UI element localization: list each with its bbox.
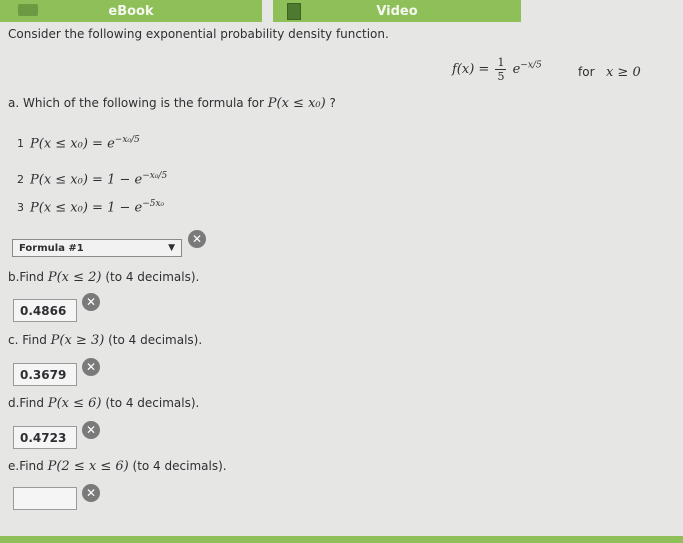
option-2-lhs: P(x ≤ x₀) = 1 − e <box>30 172 143 188</box>
question-c: c. Find P(x ≥ 3) (to 4 decimals). <box>8 333 202 348</box>
x-circle-icon: ✕ <box>82 358 100 376</box>
question-b-prefix: b.Find <box>8 270 48 284</box>
question-d-expr: P(x ≤ 6) <box>47 396 102 411</box>
question-b-suffix: (to 4 decimals). <box>101 270 200 284</box>
option-3: 3 P(x ≤ x₀) = 1 − e−5x₀ <box>17 199 164 215</box>
x-circle-icon: ✕ <box>82 421 100 439</box>
video-icon <box>287 3 301 20</box>
question-e-suffix: (to 4 decimals). <box>128 459 227 473</box>
option-1-exp: −x₀/5 <box>114 135 140 145</box>
pdf-domain: for x ≥ 0 <box>578 65 641 80</box>
question-a: a. Which of the following is the formula… <box>8 96 336 111</box>
answer-d-input[interactable]: 0.4723 <box>13 426 77 449</box>
option-1: 1 P(x ≤ x₀) = e−x₀/5 <box>17 135 140 151</box>
pdf-formula: f(x) = 1 5 e−x/5 <box>452 56 542 83</box>
question-a-prefix: a. Which of the following is the formula… <box>8 96 268 110</box>
option-1-lhs: P(x ≤ x₀) = e <box>30 136 115 152</box>
question-b-expr: P(x ≤ 2) <box>47 270 102 285</box>
video-button[interactable]: Video <box>273 0 521 22</box>
book-icon <box>18 4 38 16</box>
bottom-bar <box>0 536 683 543</box>
pdf-lhs: f(x) = <box>452 62 490 77</box>
question-e-prefix: e.Find <box>8 459 48 473</box>
x-circle-icon: ✕ <box>188 230 206 248</box>
x-circle-icon: ✕ <box>82 293 100 311</box>
option-2-exp: −x₀/5 <box>142 171 168 181</box>
option-3-number: 3 <box>17 201 24 215</box>
formula-select-value: Formula #1 <box>19 242 84 254</box>
pdf-numerator: 1 <box>495 56 507 70</box>
formula-select[interactable]: Formula #1 ▼ <box>12 239 182 257</box>
answer-e-input[interactable] <box>13 487 77 510</box>
question-a-suffix: ? <box>325 96 336 110</box>
question-e-expr: P(2 ≤ x ≤ 6) <box>47 459 129 474</box>
question-c-prefix: c. Find <box>8 333 51 347</box>
caret-down-icon: ▼ <box>168 243 175 253</box>
question-d: d.Find P(x ≤ 6) (to 4 decimals). <box>8 396 199 411</box>
question-a-expr: P(x ≤ x₀) <box>267 96 326 111</box>
toolbar: eBook Video <box>0 0 683 22</box>
question-c-suffix: (to 4 decimals). <box>104 333 203 347</box>
option-3-lhs: P(x ≤ x₀) = 1 − e <box>30 200 143 216</box>
pdf-domain-expr: x ≥ 0 <box>605 65 641 80</box>
option-1-number: 1 <box>17 137 24 151</box>
x-circle-icon: ✕ <box>82 484 100 502</box>
pdf-exponent: −x/5 <box>520 60 542 71</box>
answer-c-input[interactable]: 0.3679 <box>13 363 77 386</box>
question-d-suffix: (to 4 decimals). <box>101 396 200 410</box>
pdf-fraction: 1 5 <box>495 56 507 83</box>
video-label: Video <box>376 3 418 19</box>
question-d-prefix: d.Find <box>8 396 48 410</box>
option-2-number: 2 <box>17 173 24 187</box>
option-2: 2 P(x ≤ x₀) = 1 − e−x₀/5 <box>17 171 167 187</box>
option-3-exp: −5x₀ <box>142 199 165 209</box>
intro-text: Consider the following exponential proba… <box>8 27 389 41</box>
ebook-label: eBook <box>108 3 154 19</box>
answer-b-input[interactable]: 0.4866 <box>13 299 77 322</box>
question-b: b.Find P(x ≤ 2) (to 4 decimals). <box>8 270 199 285</box>
pdf-denominator: 5 <box>497 70 505 83</box>
question-e: e.Find P(2 ≤ x ≤ 6) (to 4 decimals). <box>8 459 227 474</box>
ebook-button[interactable]: eBook <box>0 0 262 22</box>
question-c-expr: P(x ≥ 3) <box>50 333 105 348</box>
pdf-for: for <box>578 65 595 79</box>
